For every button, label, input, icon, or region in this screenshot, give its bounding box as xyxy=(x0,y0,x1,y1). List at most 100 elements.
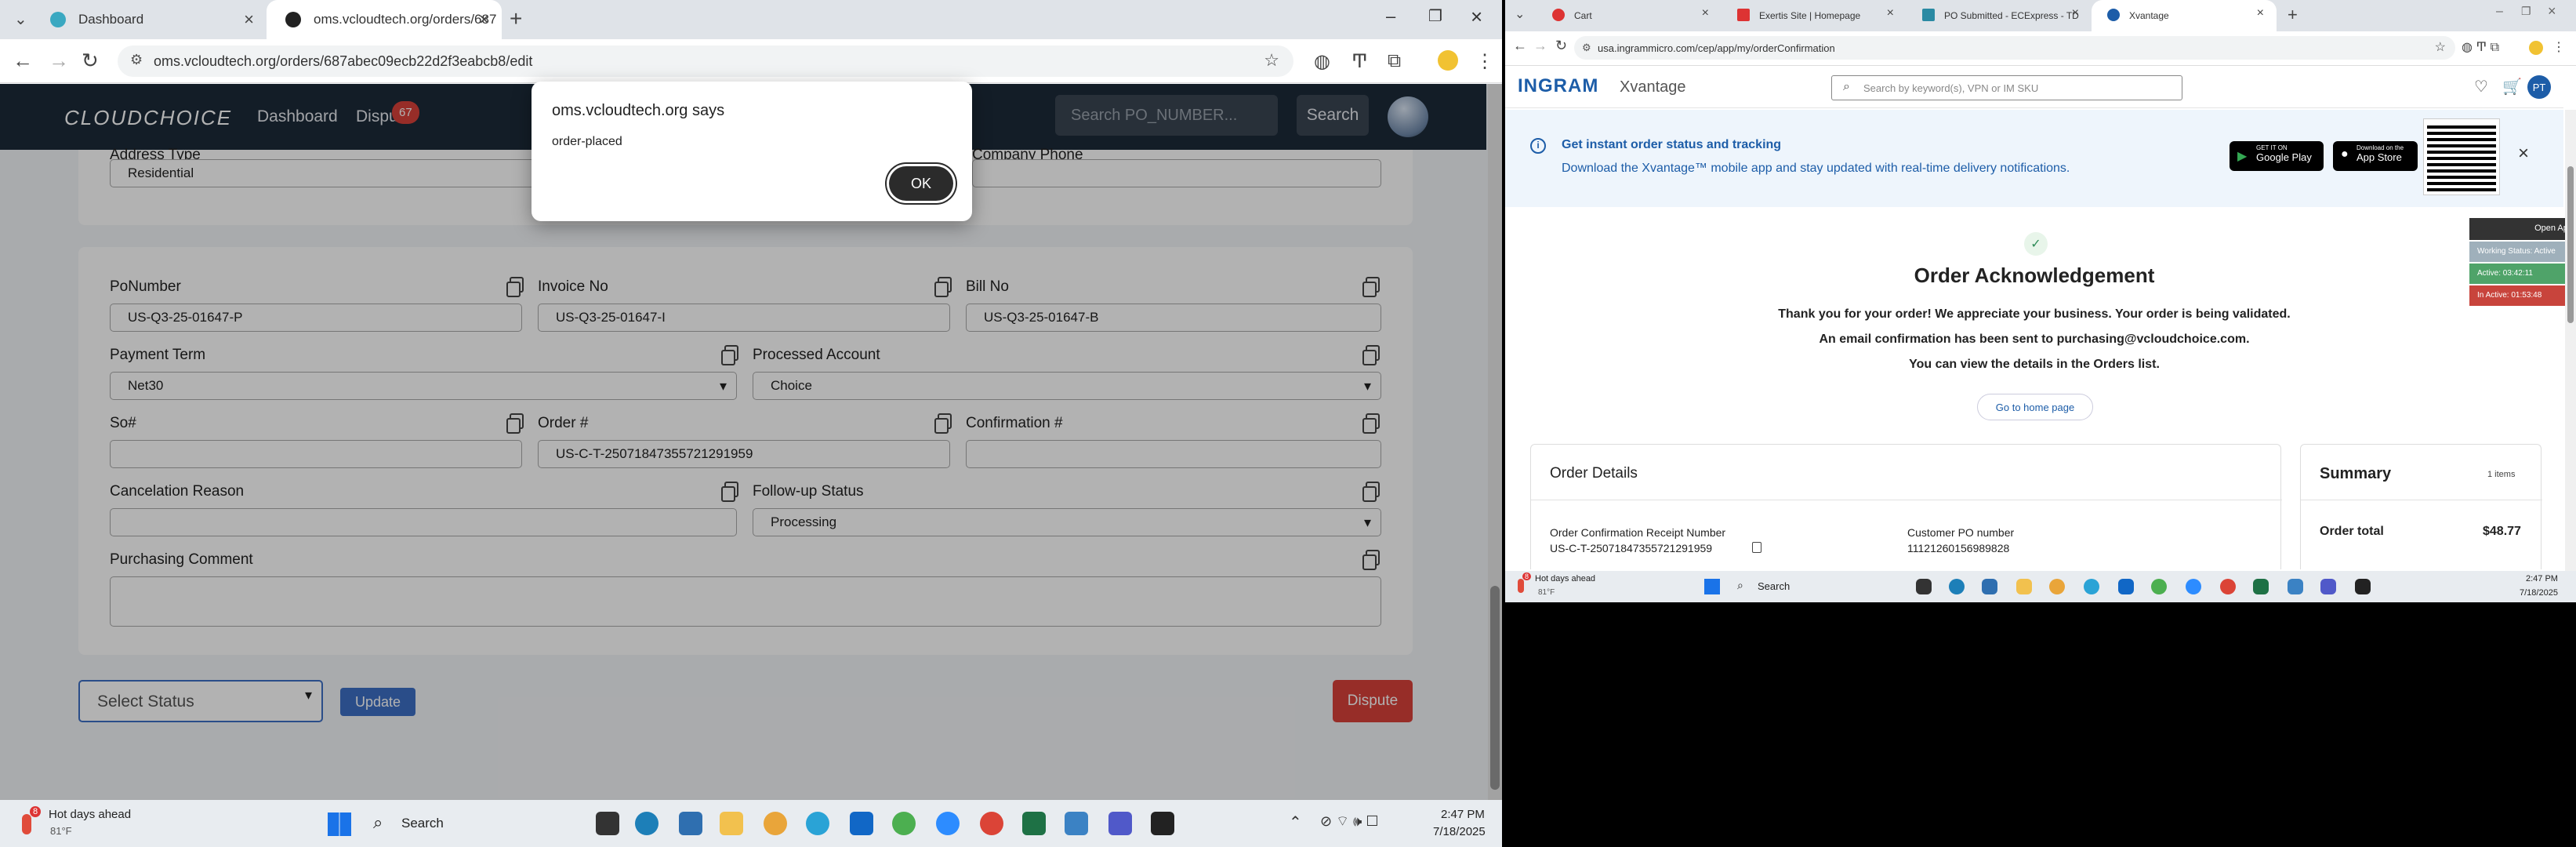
close-tab-icon[interactable]: × xyxy=(479,9,489,30)
sticky-notes-icon[interactable] xyxy=(1151,812,1174,835)
google-play-badge[interactable]: ▶ GET IT ON Google Play xyxy=(2230,141,2324,171)
tray-icons[interactable]: ⊘ ⌔ 🕪 ☐ xyxy=(1320,812,1378,831)
url-field[interactable]: ⚙ oms.vcloudtech.org/orders/687abec09ecb… xyxy=(118,45,1293,77)
bookmark-star-icon[interactable]: ☆ xyxy=(1264,50,1279,71)
snipping-icon[interactable] xyxy=(2288,579,2303,594)
reader-icon[interactable]: Ͳ xyxy=(1351,50,1368,73)
menu-icon[interactable]: ⋮ xyxy=(2552,39,2565,55)
scrollbar-thumb[interactable] xyxy=(2567,166,2574,323)
chrome-icon[interactable] xyxy=(980,812,1003,835)
snipping-icon[interactable] xyxy=(1065,812,1088,835)
user-avatar[interactable]: PT xyxy=(2527,75,2551,99)
close-tab-icon[interactable]: × xyxy=(2072,6,2079,20)
tab-dashboard[interactable]: Dashboard × xyxy=(31,0,267,39)
sticky-notes-icon[interactable] xyxy=(2355,579,2371,594)
weather-icon[interactable] xyxy=(22,814,31,834)
bookmark-star-icon[interactable]: ☆ xyxy=(2435,39,2446,55)
tab-exertis[interactable]: Exertis Site | Homepage × xyxy=(1722,0,1907,31)
tab-list-icon[interactable]: ⌄ xyxy=(1515,6,1525,22)
favorites-heart-icon[interactable]: ♡ xyxy=(2474,77,2488,96)
reload-icon[interactable]: ↻ xyxy=(82,49,99,73)
close-tab-icon[interactable]: × xyxy=(244,9,254,30)
site-info-icon[interactable]: ⚙ xyxy=(1582,42,1591,54)
tab-xvantage[interactable]: Xvantage × xyxy=(2092,0,2277,31)
tab-po-submitted[interactable]: PO Submitted - ECExpress - TD × xyxy=(1907,0,2092,31)
zoom-icon[interactable] xyxy=(936,812,960,835)
close-banner-icon[interactable]: × xyxy=(2518,143,2529,165)
new-tab-icon[interactable]: + xyxy=(2288,5,2298,25)
maximize-icon[interactable]: ❐ xyxy=(2521,5,2531,18)
ingram-logo[interactable]: INGRAM xyxy=(1518,75,1598,97)
page-scrollbar[interactable] xyxy=(2565,110,2576,571)
close-window-icon[interactable]: × xyxy=(2548,3,2556,20)
chrome-icon[interactable] xyxy=(764,812,787,835)
file-explorer-icon[interactable] xyxy=(720,812,743,835)
forward-icon[interactable]: → xyxy=(49,49,69,73)
chrome-icon[interactable] xyxy=(2151,579,2167,594)
taskbar-search-icon[interactable]: ⌕ xyxy=(373,812,383,833)
product-search-input[interactable]: ⌕ Search by keyword(s), VPN or IM SKU xyxy=(1831,75,2182,100)
clock-date[interactable]: 7/18/2025 xyxy=(1433,825,1486,838)
close-tab-icon[interactable]: × xyxy=(1887,6,1894,20)
chrome-icon[interactable] xyxy=(892,812,916,835)
weather-icon[interactable] xyxy=(1518,579,1524,593)
outlook-icon[interactable] xyxy=(2118,579,2134,594)
forward-icon[interactable]: → xyxy=(1533,38,1547,54)
tray-chevron-icon[interactable]: ⌃ xyxy=(1289,812,1302,832)
tab-order-edit[interactable]: oms.vcloudtech.org/orders/687 × xyxy=(267,0,502,39)
outlook-icon[interactable] xyxy=(850,812,873,835)
close-window-icon[interactable]: × xyxy=(1471,5,1482,29)
calculator-icon[interactable] xyxy=(679,812,702,835)
close-tab-icon[interactable]: × xyxy=(1702,6,1709,20)
dialog-message: order-placed xyxy=(552,135,622,148)
reload-icon[interactable]: ↻ xyxy=(1555,38,1567,54)
edge-icon[interactable] xyxy=(635,812,659,835)
teams-icon[interactable] xyxy=(1108,812,1132,835)
back-icon[interactable]: ← xyxy=(13,49,33,73)
clock-time[interactable]: 2:47 PM xyxy=(2526,574,2558,583)
calculator-icon[interactable] xyxy=(1982,579,1997,594)
taskbar-search-icon[interactable]: ⌕ xyxy=(1737,579,1743,592)
maximize-icon[interactable]: ❐ xyxy=(1428,6,1442,26)
copy-icon[interactable] xyxy=(1752,542,1761,553)
menu-icon[interactable]: ⋮ xyxy=(1475,50,1494,73)
clock-date[interactable]: 7/18/2025 xyxy=(2520,588,2558,598)
xvantage-logo[interactable]: Xvantage xyxy=(1620,78,1686,96)
back-icon[interactable]: ← xyxy=(1513,38,1527,54)
profile-icon[interactable] xyxy=(2529,41,2543,55)
task-view-icon[interactable] xyxy=(596,812,619,835)
windows-start-icon[interactable] xyxy=(1704,579,1720,594)
close-tab-icon[interactable]: × xyxy=(2257,6,2264,20)
puzzle-icon[interactable]: ⧉ xyxy=(1388,50,1401,72)
dialog-ok-button[interactable]: OK xyxy=(889,166,953,201)
profile-icon[interactable] xyxy=(1438,50,1458,71)
minimize-icon[interactable]: – xyxy=(2496,5,2503,19)
chrome-icon[interactable] xyxy=(2220,579,2236,594)
alert-dialog: oms.vcloudtech.org says order-placed OK xyxy=(532,82,972,221)
taskbar-search-label[interactable]: Search xyxy=(1758,580,1790,592)
edge-icon[interactable] xyxy=(2084,579,2099,594)
tab-list-icon[interactable]: ⌄ xyxy=(14,9,27,29)
clock-time[interactable]: 2:47 PM xyxy=(1441,808,1485,821)
task-view-icon[interactable] xyxy=(1916,579,1932,594)
site-info-icon[interactable]: ⚙ xyxy=(130,52,143,68)
edge-icon[interactable] xyxy=(1949,579,1965,594)
teams-icon[interactable] xyxy=(2320,579,2336,594)
toolbar-icons[interactable]: ◍ Ͳ ⧉ xyxy=(2462,39,2499,55)
edge-icon[interactable] xyxy=(806,812,829,835)
taskbar-search-label[interactable]: Search xyxy=(401,816,444,831)
cart-icon[interactable]: 🛒 xyxy=(2502,77,2522,96)
go-home-button[interactable]: Go to home page xyxy=(1977,394,2093,420)
excel-icon[interactable] xyxy=(2253,579,2269,594)
windows-start-icon[interactable] xyxy=(328,812,351,836)
minimize-icon[interactable]: – xyxy=(1386,6,1395,27)
file-explorer-icon[interactable] xyxy=(2016,579,2032,594)
excel-icon[interactable] xyxy=(1022,812,1046,835)
tab-cart[interactable]: Cart × xyxy=(1537,0,1722,31)
extension-icon[interactable]: ◍ xyxy=(1314,50,1330,73)
new-tab-icon[interactable]: + xyxy=(510,6,522,31)
url-field[interactable]: ⚙ usa.ingrammicro.com/cep/app/my/orderCo… xyxy=(1574,36,2455,60)
chrome-icon[interactable] xyxy=(2049,579,2065,594)
app-store-badge[interactable]: ● Download on the App Store xyxy=(2333,141,2418,171)
zoom-icon[interactable] xyxy=(2186,579,2201,594)
